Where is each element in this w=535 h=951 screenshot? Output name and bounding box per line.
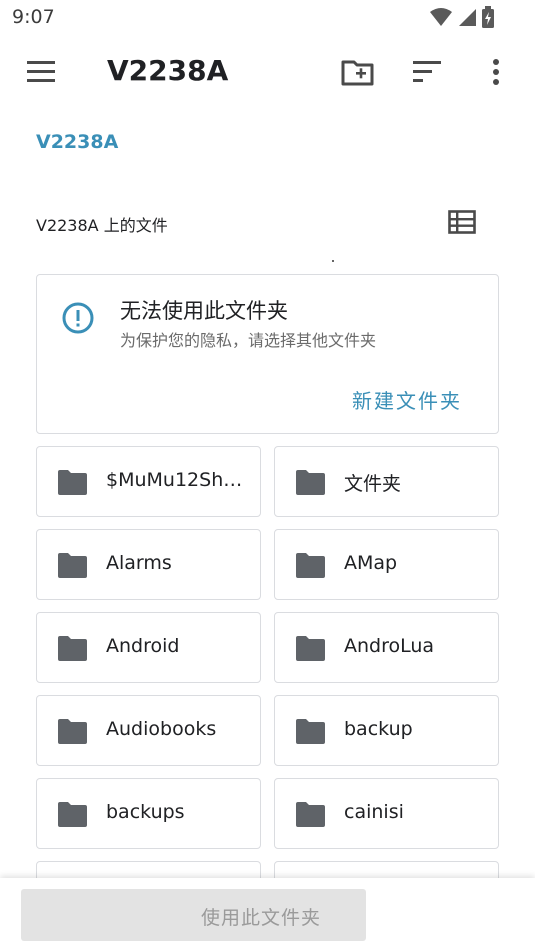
status-bar: 9:07	[0, 0, 535, 36]
wifi-icon	[430, 8, 452, 26]
folder-name: AndroLua	[344, 635, 435, 657]
folder-icon	[58, 802, 87, 827]
menu-icon	[27, 61, 55, 82]
folder-name: $MuMu12Sh…	[106, 469, 243, 491]
folder-icon	[296, 802, 325, 827]
more-vert-icon	[493, 59, 499, 85]
folder-icon	[296, 719, 325, 744]
signal-icon	[459, 9, 476, 26]
folder-name: Alarms	[106, 552, 172, 574]
folder-icon	[296, 636, 325, 661]
folder-item[interactable]: Android	[36, 612, 261, 683]
folder-item[interactable]: backup	[274, 695, 499, 766]
folder-name: Audiobooks	[106, 718, 217, 740]
folder-icon	[58, 553, 87, 578]
list-view-icon	[448, 210, 476, 234]
battery-charging-icon	[482, 6, 494, 28]
status-icons	[429, 6, 495, 28]
folder-icon	[58, 719, 87, 744]
list-view-toggle[interactable]	[448, 210, 478, 236]
folder-item[interactable]: backups	[36, 778, 261, 849]
folder-item[interactable]: AndroLua	[274, 612, 499, 683]
use-folder-button[interactable]: 使用此文件夹	[21, 889, 366, 941]
folder-item[interactable]: AMap	[274, 529, 499, 600]
folder-item[interactable]: cainisi	[274, 778, 499, 849]
create-folder-button[interactable]: 新建文件夹	[352, 385, 462, 414]
sort-button[interactable]	[410, 54, 446, 90]
use-folder-button-label: 使用此文件夹	[201, 907, 322, 929]
info-icon	[62, 302, 94, 334]
folder-name: cainisi	[344, 801, 404, 823]
section-header: V2238A 上的文件	[36, 216, 168, 235]
bottom-bar: 使用此文件夹	[0, 878, 535, 951]
page-title: V2238A	[107, 54, 229, 87]
folder-name: backup	[344, 718, 413, 740]
folder-icon	[58, 470, 87, 495]
folder-icon	[296, 470, 325, 495]
breadcrumb-root[interactable]: V2238A	[36, 131, 118, 153]
new-folder-icon	[341, 60, 374, 86]
folder-item[interactable]: Audiobooks	[36, 695, 261, 766]
folder-name: Android	[106, 635, 180, 657]
folder-icon	[296, 553, 325, 578]
info-title: 无法使用此文件夹	[120, 299, 288, 323]
folder-icon	[58, 636, 87, 661]
folder-name: backups	[106, 801, 185, 823]
info-card: 无法使用此文件夹 为保护您的隐私，请选择其他文件夹 新建文件夹	[36, 274, 499, 434]
status-time: 9:07	[12, 6, 55, 28]
folder-name: 文件夹	[344, 473, 402, 495]
info-subtitle: 为保护您的隐私，请选择其他文件夹	[120, 331, 377, 350]
folder-item[interactable]: $MuMu12Sh…	[36, 446, 261, 517]
folder-item[interactable]: Alarms	[36, 529, 261, 600]
sort-icon	[413, 61, 441, 82]
separator-dot	[332, 260, 334, 262]
new-folder-button[interactable]	[338, 54, 378, 90]
folder-item[interactable]: 文件夹	[274, 446, 499, 517]
menu-button[interactable]	[22, 56, 62, 88]
app-bar: V2238A	[0, 36, 535, 108]
folder-name: AMap	[344, 552, 398, 574]
more-options-button[interactable]	[484, 54, 508, 90]
